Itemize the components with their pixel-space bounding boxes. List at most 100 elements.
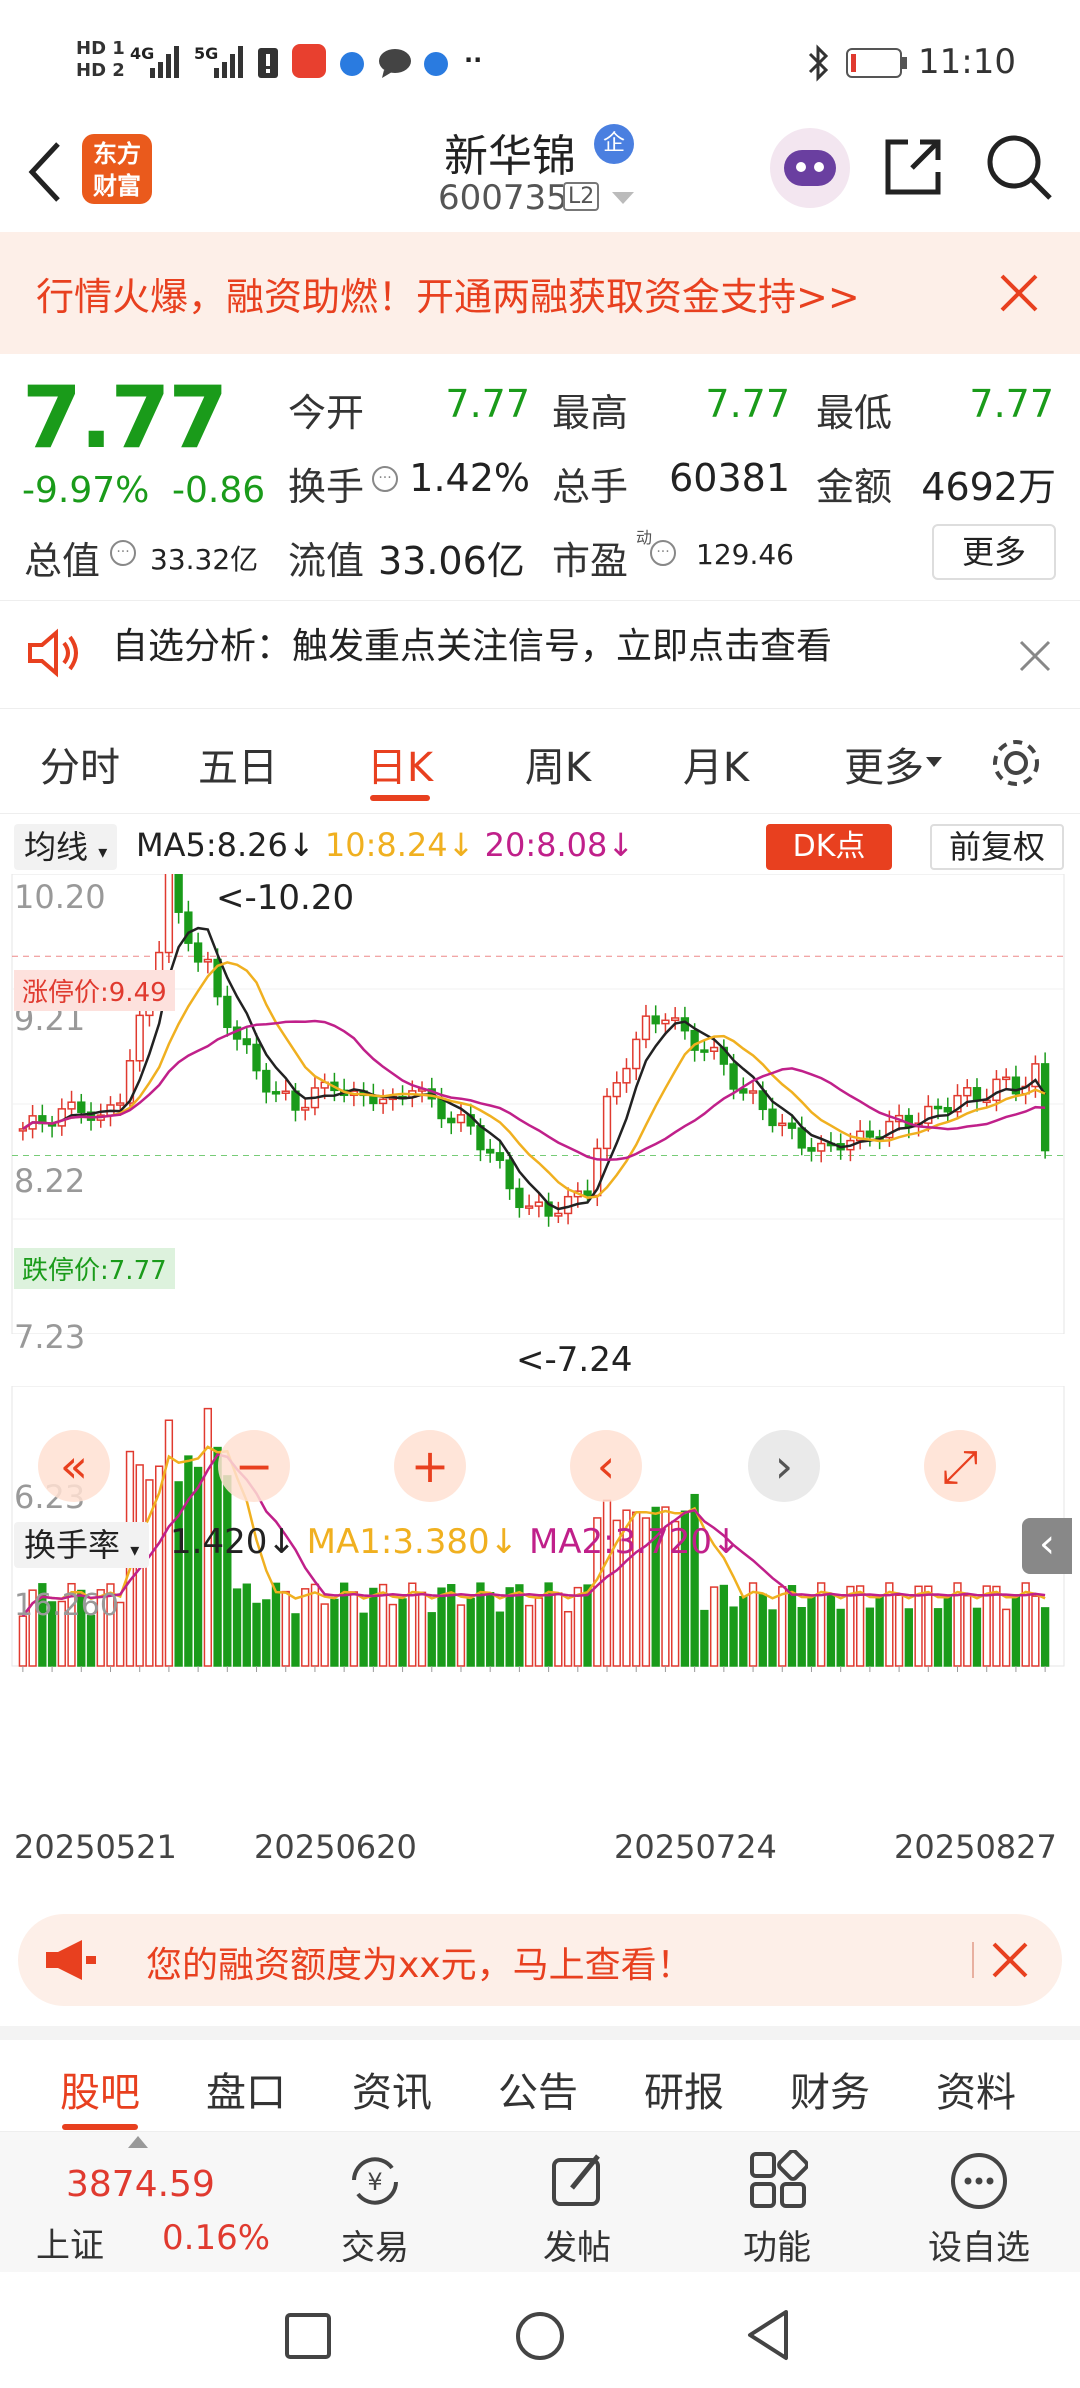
index-widget[interactable]: 3874.59 上证 0.16%	[0, 2132, 290, 2272]
candle-body	[281, 1090, 290, 1094]
volume-bar	[505, 1587, 514, 1667]
info-icon[interactable]: ···	[372, 466, 398, 492]
tab-orderbook[interactable]: 盘口	[186, 2060, 306, 2118]
market-cap-value: 33.32亿	[150, 543, 259, 576]
volume-bar	[1002, 1608, 1011, 1667]
margin-quota-banner[interactable]: 您的融资额度为xx元，马上查看！	[18, 1914, 1062, 2006]
volume-bar	[758, 1593, 767, 1667]
candle-body	[943, 1106, 952, 1113]
volume-bar	[252, 1602, 261, 1667]
tab-monthly-k[interactable]: 月K	[636, 735, 796, 793]
high-label: 最高	[552, 391, 629, 435]
volume-bar	[768, 1609, 777, 1667]
candle-body	[271, 1091, 281, 1095]
scroll-left-button[interactable]: ‹	[570, 1430, 642, 1502]
browser-icon	[424, 52, 448, 76]
candle-body	[768, 1108, 777, 1127]
tab-announcements[interactable]: 公告	[478, 2060, 598, 2118]
y-tick: 8.22	[14, 1162, 86, 1200]
close-icon[interactable]	[1018, 639, 1052, 673]
volume-bar	[466, 1597, 475, 1667]
limit-down-label: 跌停价:7.77	[14, 1248, 175, 1289]
tab-intraday[interactable]: 分时	[0, 735, 160, 793]
candle-body	[641, 1015, 651, 1041]
index-name: 上证	[36, 2226, 104, 2266]
volume-bar	[495, 1611, 505, 1667]
ma10-line	[22, 961, 1046, 1199]
promo-text[interactable]: 行情火爆，融资助燃！开通两融获取资金支持>>	[36, 266, 860, 321]
dropdown-icon[interactable]	[926, 757, 942, 769]
candle-body	[612, 1082, 621, 1098]
trade-label: 交易	[341, 2228, 409, 2268]
float-cap-label: 流值	[288, 539, 365, 583]
back-icon[interactable]	[20, 136, 70, 208]
info-icon[interactable]: ···	[110, 540, 136, 566]
tab-five-day[interactable]: 五日	[158, 735, 318, 793]
dk-point-button[interactable]: DK点	[766, 824, 892, 870]
candle-body	[203, 958, 213, 963]
fullscreen-button[interactable]: ⤢	[924, 1430, 996, 1502]
limit-up-label: 涨停价:9.49	[14, 970, 175, 1011]
candle-body	[661, 1019, 670, 1025]
tab-research[interactable]: 研报	[624, 2060, 744, 2118]
home-icon[interactable]	[514, 2310, 566, 2362]
watchlist-signal-bar[interactable]: 自选分析：触发重点关注信号，立即点击查看	[0, 600, 1080, 708]
tab-weekly-k[interactable]: 周K	[478, 735, 638, 793]
index-value: 3874.59	[66, 2164, 215, 2205]
volume-bar	[1031, 1595, 1040, 1667]
margin-promo-banner[interactable]: 行情火爆，融资助燃！开通两融获取资金支持>>	[0, 232, 1080, 354]
signal-text[interactable]: 自选分析：触发重点关注信号，立即点击查看	[112, 617, 832, 669]
ad-text[interactable]: 您的融资额度为xx元，马上查看！	[146, 1936, 693, 1988]
candle-body	[184, 911, 193, 944]
info-icon[interactable]: ···	[650, 540, 676, 566]
close-icon[interactable]	[998, 272, 1040, 314]
candle-body	[933, 1105, 943, 1110]
volume-bar	[18, 1615, 28, 1667]
tab-forum[interactable]: 股吧	[40, 2060, 160, 2118]
candle-body	[223, 995, 232, 1029]
candle-body	[456, 1114, 466, 1124]
enterprise-badge: 企	[594, 124, 634, 164]
x-label: 20250620	[254, 1828, 417, 1866]
back-nav-icon[interactable]	[744, 2308, 792, 2362]
close-icon[interactable]	[990, 1940, 1030, 1980]
volume-bar	[904, 1608, 913, 1667]
zoom-out-button[interactable]: −	[218, 1430, 290, 1502]
scroll-left-fast-button[interactable]: «	[38, 1430, 110, 1502]
indicator-selector[interactable]: 均线 ▾	[14, 824, 118, 870]
recent-apps-icon[interactable]	[284, 2312, 332, 2360]
zoom-in-button[interactable]: +	[394, 1430, 466, 1502]
scroll-right-button[interactable]: ›	[748, 1430, 820, 1502]
open-label: 今开	[288, 391, 365, 435]
volume-bar	[301, 1588, 310, 1667]
adjust-button[interactable]: 前复权	[930, 824, 1064, 870]
tab-daily-k[interactable]: 日K	[320, 735, 480, 793]
hd-indicator: HD 1 HD 2	[76, 38, 125, 81]
chevron-down-icon[interactable]	[612, 192, 634, 206]
collapse-panel-button[interactable]: ‹	[1022, 1518, 1072, 1574]
search-icon[interactable]	[984, 132, 1054, 202]
volume-bar	[349, 1591, 359, 1667]
candle-body	[748, 1090, 758, 1094]
gear-icon[interactable]	[988, 735, 1044, 791]
share-icon[interactable]	[882, 134, 946, 198]
turnover-value: 1.42%	[409, 456, 530, 500]
candle-body	[1002, 1076, 1011, 1081]
volume-bar	[86, 1614, 96, 1667]
system-navigation-bar	[0, 2272, 1080, 2388]
level2-badge[interactable]: L2	[563, 182, 600, 211]
volume-bar	[271, 1582, 281, 1667]
volume-bar	[787, 1585, 797, 1667]
assistant-avatar[interactable]	[770, 128, 850, 208]
more-button[interactable]: 更多	[932, 524, 1056, 580]
sub-indicator-selector[interactable]: 换手率 ▾	[14, 1522, 150, 1568]
kline-chart-area[interactable]: 均线 ▾ MA5:8.26↓ 10:8.24↓ 20:8.08↓ DK点 前复权…	[0, 814, 1080, 1894]
volume-bar	[398, 1598, 407, 1667]
candle-body	[18, 1128, 28, 1132]
volume-bar	[447, 1584, 456, 1667]
clock: 11:10	[918, 42, 1016, 82]
tab-financials[interactable]: 财务	[770, 2060, 890, 2118]
x-label: 20250521	[14, 1828, 177, 1866]
tab-news[interactable]: 资讯	[332, 2060, 452, 2118]
tab-profile[interactable]: 资料	[916, 2060, 1036, 2118]
